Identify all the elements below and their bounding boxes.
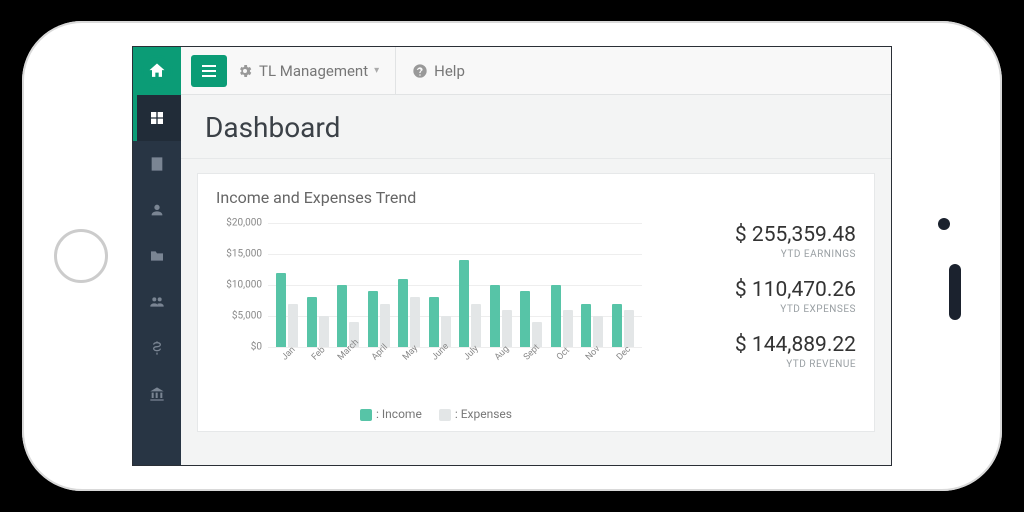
ytick: $5,000 [216,311,262,322]
content: Income and Expenses Trend $0 $5,000 $10,00… [181,159,891,465]
bar-income-feb [307,297,317,347]
bar-income-nov [581,304,591,347]
bar-income-july [459,260,469,347]
question-circle-icon [412,63,428,79]
management-dropdown[interactable]: TL Management ▾ [237,62,379,80]
folder-icon [149,248,165,264]
bar-income-june [429,297,439,347]
bar-expenses-nov [593,316,603,347]
brand-logo[interactable] [133,47,181,95]
help-label: Help [434,62,465,80]
stat-expenses-value: $ 110,470.26 [666,278,856,302]
management-label: TL Management [259,62,368,80]
page-title: Dashboard [181,95,891,159]
ytick: $0 [216,342,262,353]
income-expenses-chart: $0$5,000$10,000$15,000$20,000JanFebMarch… [216,217,642,377]
hamburger-button[interactable] [191,55,227,87]
group-icon [149,294,165,310]
stat-revenue-label: YTD REVENUE [666,359,856,370]
chevron-down-icon: ▾ [374,65,379,76]
topbar: TL Management ▾ Help [181,47,891,95]
bar-income-dec [612,304,622,347]
main-area: TL Management ▾ Help Dashboard Income an… [181,47,891,465]
user-icon [149,202,165,218]
bar-expenses-may [410,297,420,347]
phone-speaker [949,264,961,320]
bar-expenses-april [380,304,390,347]
house-up-icon [147,61,167,81]
sidebar-item-folder[interactable] [133,233,181,279]
bar-expenses-july [471,304,481,347]
stat-expenses: $ 110,470.26 YTD EXPENSES [666,278,856,315]
legend-expenses-swatch [439,409,451,421]
sidebar-item-user[interactable] [133,187,181,233]
bar-income-aug [490,285,500,347]
bank-icon [149,386,165,402]
sidebar [133,47,181,465]
sidebar-item-bank[interactable] [133,371,181,417]
stat-revenue-value: $ 144,889.22 [666,333,856,357]
topbar-divider [395,47,396,95]
bar-expenses-oct [563,310,573,347]
ytick: $15,000 [216,249,262,260]
sidebar-item-building[interactable] [133,141,181,187]
ytick: $20,000 [216,218,262,229]
chart-area: $0$5,000$10,000$15,000$20,000JanFebMarch… [216,217,642,421]
legend-expenses-label: : Expenses [455,407,512,421]
phone-camera [938,218,950,230]
app-screen: TL Management ▾ Help Dashboard Income an… [132,46,892,466]
bar-income-jan [276,273,286,347]
bar-expenses-aug [502,310,512,347]
stat-earnings-value: $ 255,359.48 [666,223,856,247]
bar-income-sept [520,291,530,347]
sidebar-item-money[interactable] [133,325,181,371]
bar-expenses-jan [288,304,298,347]
help-link[interactable]: Help [412,62,465,80]
stat-earnings-label: YTD EARNINGS [666,249,856,260]
stat-earnings: $ 255,359.48 YTD EARNINGS [666,223,856,260]
bar-expenses-dec [624,310,634,347]
bar-expenses-feb [319,316,329,347]
money-icon [149,340,165,356]
chart-legend: : Income : Expenses [216,407,642,421]
legend-income-swatch [360,409,372,421]
stats-panel: $ 255,359.48 YTD EARNINGS $ 110,470.26 Y… [666,217,856,421]
building-icon [149,156,165,172]
ytick: $10,000 [216,280,262,291]
xtick: Oct [555,346,572,363]
stat-revenue: $ 144,889.22 YTD REVENUE [666,333,856,370]
income-expenses-card: Income and Expenses Trend $0 $5,000 $10,00… [197,173,875,432]
sidebar-item-group[interactable] [133,279,181,325]
bar-income-may [398,279,408,347]
bar-income-march [337,285,347,347]
dashboard-icon [149,110,165,126]
sidebar-item-dashboard[interactable] [133,95,181,141]
card-title: Income and Expenses Trend [216,188,856,207]
phone-frame: TL Management ▾ Help Dashboard Income an… [22,21,1002,491]
phone-home-button [54,229,108,283]
legend-income-label: : Income [376,407,422,421]
stat-expenses-label: YTD EXPENSES [666,304,856,315]
bar-income-oct [551,285,561,347]
gear-icon [237,63,253,79]
bar-income-april [368,291,378,347]
